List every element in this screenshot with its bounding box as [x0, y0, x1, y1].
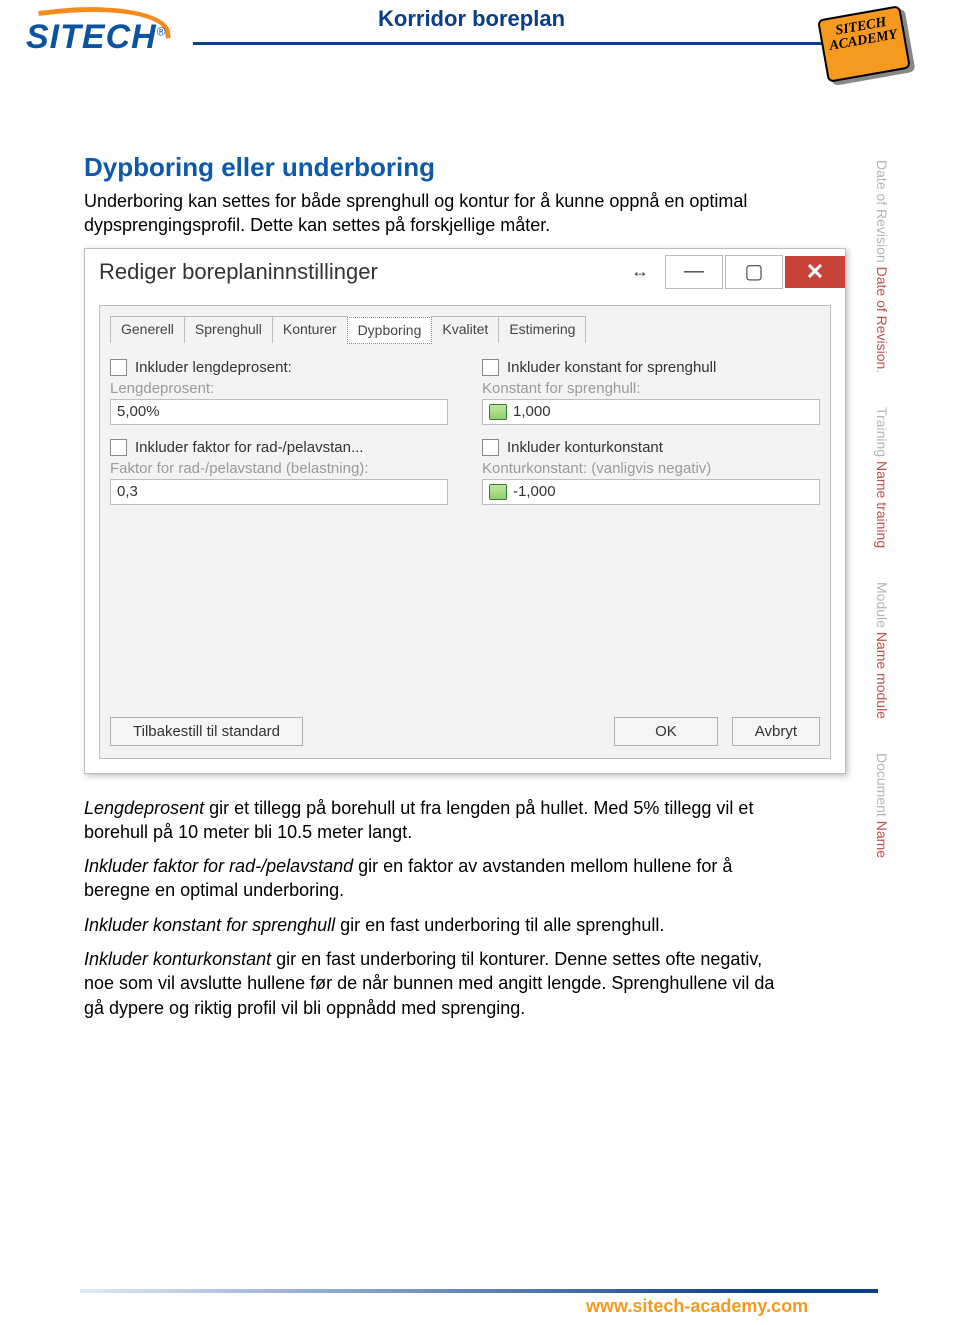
logo-text: SITECH [26, 18, 157, 56]
spinner-icon[interactable] [489, 484, 507, 500]
section-heading: Dypboring eller underboring [84, 152, 844, 183]
spinner-icon[interactable] [489, 404, 507, 420]
move-icon[interactable]: ↔ [617, 256, 663, 288]
checkbox-icon[interactable] [482, 439, 499, 456]
checkbox-icon[interactable] [482, 359, 499, 376]
tab-kvalitet[interactable]: Kvalitet [431, 316, 499, 343]
input-faktor-rad[interactable]: 0,3 [110, 479, 448, 505]
para-konturkonstant: Inkluder konturkonstant gir en fast unde… [84, 947, 792, 1020]
footer-url: www.sitech-academy.com [586, 1296, 808, 1317]
chk-lengdeprosent[interactable]: Inkluder lengdeprosent: [110, 359, 448, 376]
cancel-button[interactable]: Avbryt [732, 717, 820, 746]
close-button[interactable]: ✕ [785, 256, 845, 288]
dialog-titlebar: Rediger boreplaninnstillinger ↔ — ▢ ✕ [85, 249, 845, 295]
dialog-title: Rediger boreplaninnstillinger [99, 259, 615, 285]
dialog-window: Rediger boreplaninnstillinger ↔ — ▢ ✕ Ge… [84, 248, 846, 774]
side-document: Document Name [874, 753, 890, 858]
minimize-button[interactable]: — [665, 255, 723, 289]
tab-estimering[interactable]: Estimering [498, 316, 586, 343]
dialog-tabs: Generell Sprenghull Konturer Dypboring K… [110, 316, 820, 343]
side-training: Training Name training [874, 407, 890, 548]
lbl-lengdeprosent: Lengdeprosent: [110, 380, 448, 397]
section-intro: Underboring kan settes for både sprenghu… [84, 189, 792, 238]
tab-konturer[interactable]: Konturer [272, 316, 348, 343]
footer-rule [80, 1289, 878, 1293]
ok-button[interactable]: OK [614, 717, 718, 746]
side-revision: Date of Revision Date of Revision. [874, 160, 890, 373]
input-konturkonstant[interactable]: -1,000 [482, 479, 820, 505]
reset-button[interactable]: Tilbakestill til standard [110, 717, 303, 746]
para-faktor-rad: Inkluder faktor for rad-/pelavstand gir … [84, 854, 792, 903]
para-lengdeprosent: Lengdeprosent gir et tillegg på borehull… [84, 796, 792, 845]
logo: SITECH® [26, 18, 167, 57]
tab-dypboring[interactable]: Dypboring [347, 317, 433, 344]
header-rule [193, 42, 848, 45]
chk-konturkonstant[interactable]: Inkluder konturkonstant [482, 439, 820, 456]
chk-konst-sprenghull[interactable]: Inkluder konstant for sprenghull [482, 359, 820, 376]
tab-sprenghull[interactable]: Sprenghull [184, 316, 273, 343]
lbl-konst-sprenghull: Konstant for sprenghull: [482, 380, 820, 397]
checkbox-icon[interactable] [110, 359, 127, 376]
logo-trademark: ® [157, 25, 167, 39]
input-lengdeprosent[interactable]: 5,00% [110, 399, 448, 425]
input-konst-sprenghull[interactable]: 1,000 [482, 399, 820, 425]
tab-generell[interactable]: Generell [110, 316, 185, 343]
academy-badge: SITECH ACADEMY [814, 6, 922, 84]
maximize-button[interactable]: ▢ [725, 255, 783, 289]
lbl-faktor-rad: Faktor for rad-/pelavstand (belastning): [110, 460, 448, 477]
lbl-konturkonstant: Konturkonstant: (vanligvis negativ) [482, 460, 820, 477]
chk-faktor-rad[interactable]: Inkluder faktor for rad-/pelavstan... [110, 439, 448, 456]
side-meta: Date of Revision Date of Revision. Train… [874, 160, 894, 1180]
page-title: Korridor boreplan [378, 6, 565, 32]
side-module: Module Name module [874, 582, 890, 719]
para-konst-sprenghull: Inkluder konstant for sprenghull gir en … [84, 913, 792, 937]
checkbox-icon[interactable] [110, 439, 127, 456]
